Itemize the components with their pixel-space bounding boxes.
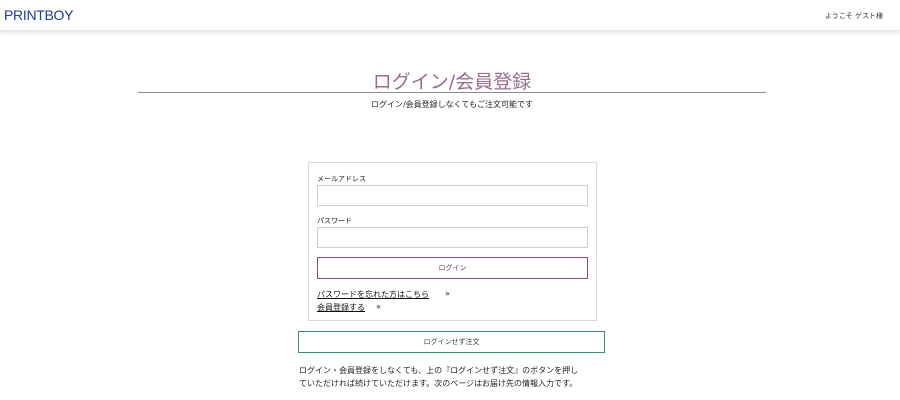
site-logo[interactable]: PRINTBOY [4,7,73,23]
login-button[interactable]: ログイン [317,257,588,279]
forgot-password-arrow-icon: » [445,289,450,298]
page-title: ログイン/会員登録 [372,71,532,93]
guest-note-line-2: ていただければ続けていただけます。次のページはお届け先の情報入力です。 [299,379,578,388]
guest-order-note: ログイン・会員登録をしなくても、上の『ログインせず注文』のボタンを押し ていただ… [299,364,619,390]
forgot-password-link[interactable]: パスワードを忘れた方はこちら [317,289,429,300]
register-arrow-icon: » [376,302,381,311]
email-field[interactable] [317,185,588,206]
site-header: PRINTBOY ようこそ ゲスト様 [0,0,900,31]
title-divider [138,92,766,93]
login-form: メールアドレス パスワード ログイン パスワードを忘れた方はこちら » 会員登録… [308,162,597,321]
guest-order-button[interactable]: ログインせず注文 [298,331,605,353]
page-subtitle: ログイン/会員登録しなくてもご注文可能です [370,100,534,109]
register-link[interactable]: 会員登録する [317,302,365,313]
guest-note-line-1: ログイン・会員登録をしなくても、上の『ログインせず注文』のボタンを押し [299,366,579,375]
password-label: パスワード [317,217,352,225]
welcome-text: ようこそ ゲスト様 [824,12,883,20]
email-label: メールアドレス [317,175,366,183]
password-field[interactable] [317,227,588,248]
